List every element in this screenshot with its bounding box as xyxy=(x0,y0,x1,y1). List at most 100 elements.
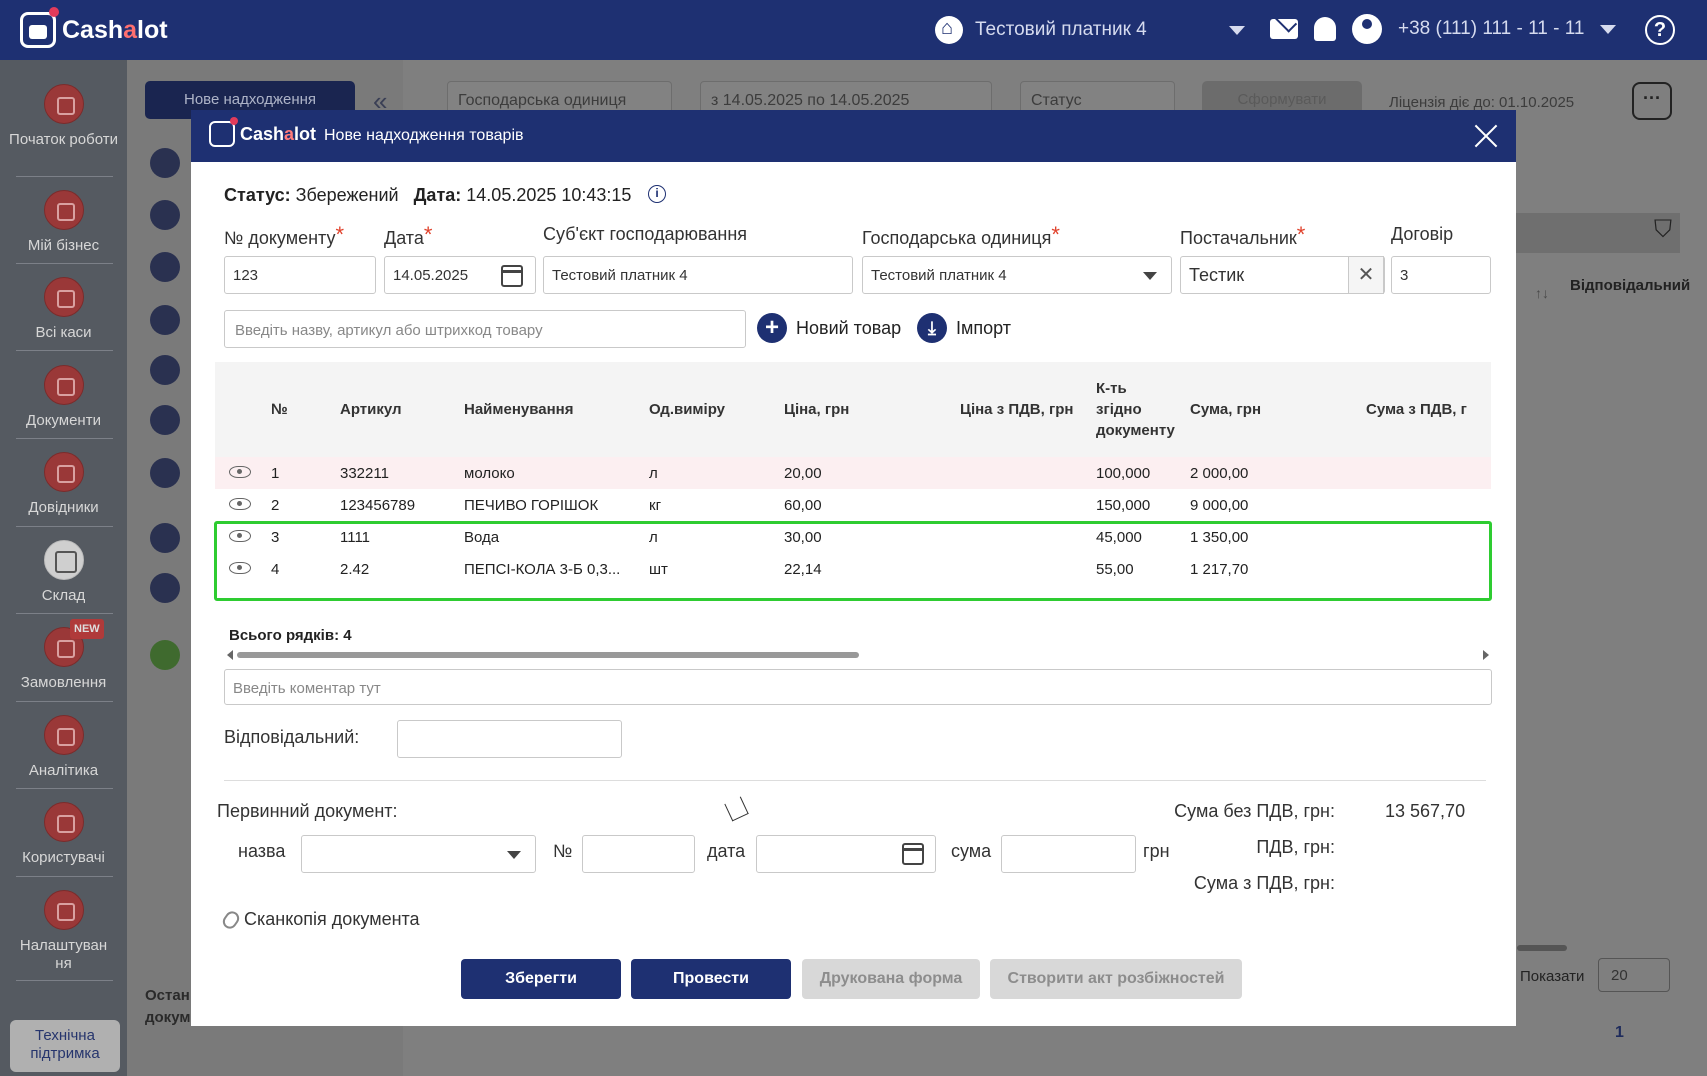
close-icon[interactable] xyxy=(1471,121,1501,151)
user-icon[interactable] xyxy=(1352,14,1382,44)
logo-icon xyxy=(20,7,59,48)
scroll-left-icon[interactable] xyxy=(227,650,233,660)
bell-icon[interactable] xyxy=(1314,17,1336,41)
sidebar-item-business[interactable]: Мій бізнес xyxy=(0,190,127,255)
post-button[interactable]: Провести xyxy=(631,959,791,999)
nav-icon xyxy=(150,355,180,385)
scroll-right-icon[interactable] xyxy=(1483,650,1489,660)
sidebar-item-warehouse[interactable]: Склад xyxy=(0,540,127,605)
cash-register-icon xyxy=(43,277,84,317)
primary-doc-label: Первинний документ: xyxy=(217,801,398,821)
sum-no-vat-label: Сума без ПДВ, грн: xyxy=(1174,801,1335,821)
company-selector[interactable]: Тестовий платник 4 xyxy=(935,16,1245,44)
info-icon[interactable]: i xyxy=(648,185,666,203)
import-button[interactable]: ⤓ Імпорт xyxy=(917,313,1011,343)
eye-icon[interactable] xyxy=(229,498,251,510)
modal-header: Cashalot Нове надходження товарів xyxy=(191,110,1516,162)
new-receipt-modal: Cashalot Нове надходження товарів Статус… xyxy=(191,110,1516,1026)
sidebar-item-orders[interactable]: NEW Замовлення xyxy=(0,619,127,692)
chevron-down-icon[interactable] xyxy=(507,851,521,859)
eye-icon[interactable] xyxy=(229,466,251,478)
nav-icon xyxy=(150,573,180,603)
table-row[interactable]: 1 332211 молоко л 20,00 100,000 2 000,00 xyxy=(215,457,1491,489)
primary-sum-label: сума xyxy=(951,841,992,861)
product-search-input[interactable]: Введіть назву, артикул або штрихкод това… xyxy=(224,310,746,348)
sidebar-item-documents[interactable]: Документи xyxy=(0,365,127,430)
subject-label: Суб'єкт господарювання xyxy=(543,224,748,244)
primary-name-select[interactable] xyxy=(301,835,536,873)
filter-icon[interactable]: ⛉ xyxy=(1654,216,1672,244)
mail-icon[interactable] xyxy=(1270,19,1298,39)
more-button[interactable]: ··· xyxy=(1632,82,1672,120)
documents-icon xyxy=(43,365,84,405)
nav-icon xyxy=(150,458,180,488)
sum-vat-label: Сума з ПДВ, грн: xyxy=(1193,873,1335,893)
status-line: Статус: Збережений Дата: 14.05.2025 10:4… xyxy=(224,185,632,205)
clear-icon[interactable]: ✕ xyxy=(1348,256,1384,294)
sort-icon[interactable]: ↑↓ xyxy=(1535,285,1549,301)
doc-number-field[interactable]: 123 xyxy=(224,256,376,294)
scan-copy-link[interactable]: Сканкопія документа xyxy=(220,908,420,931)
modal-logo: Cashalot xyxy=(209,117,316,147)
user-phone[interactable]: +38 (111) 111 - 11 - 11 xyxy=(1398,18,1584,40)
highlight-box xyxy=(214,521,1492,601)
chevron-down-icon[interactable] xyxy=(1143,272,1157,280)
sidebar: Початок роботи Мій бізнес Всі каси Докум… xyxy=(0,60,127,1076)
page-number[interactable]: 1 xyxy=(1615,1024,1624,1042)
support-button[interactable]: Технічна підтримка xyxy=(10,1020,120,1072)
nav-icon xyxy=(150,148,180,178)
comment-input[interactable]: Введіть коментар тут xyxy=(224,669,1492,705)
total-rows: Всього рядків: 4 xyxy=(229,627,352,644)
app-logo[interactable]: Cashalot xyxy=(20,7,168,48)
table-header: № Артикул Найменування Од.виміру Ціна, г… xyxy=(215,362,1491,457)
license-text: Ліцензія діє до: 01.10.2025 xyxy=(1389,94,1575,111)
sidebar-item-start[interactable]: Початок роботи xyxy=(0,84,127,149)
nav-icon xyxy=(150,200,180,230)
top-bar: Cashalot Тестовий платник 4 +38 (111) 11… xyxy=(0,0,1707,60)
contract-label: Договір xyxy=(1391,224,1454,244)
save-button[interactable]: Зберегти xyxy=(461,959,621,999)
references-icon xyxy=(43,452,84,492)
chevron-down-icon xyxy=(1228,25,1245,35)
responsible-field[interactable] xyxy=(397,720,622,758)
primary-number-label: № xyxy=(553,841,573,861)
primary-number-field[interactable] xyxy=(582,835,695,873)
sidebar-item-settings[interactable]: Налаштуван ня xyxy=(0,890,127,973)
contract-field[interactable]: 3 xyxy=(1391,256,1491,294)
discrepancy-act-button[interactable]: Створити акт розбіжностей xyxy=(990,959,1242,999)
unit-select[interactable]: Тестовий платник 4 xyxy=(862,256,1172,294)
doc-number-label: № документу* xyxy=(224,222,345,248)
logo-icon xyxy=(209,117,238,147)
paperclip-icon xyxy=(220,908,242,931)
scroll-thumb[interactable] xyxy=(237,652,859,658)
show-label: Показати xyxy=(1520,968,1585,985)
column-responsible: Відповідальний xyxy=(1570,277,1691,294)
subject-field[interactable]: Тестовий платник 4 xyxy=(543,256,853,294)
horizontal-scrollbar[interactable] xyxy=(227,650,1489,660)
table-row[interactable]: 2 123456789 ПЕЧИВО ГОРІШОК кг 60,00 150,… xyxy=(215,489,1491,521)
modal-title: Нове надходження товарів xyxy=(324,127,524,144)
unit-label: Господарська одиниця* xyxy=(862,222,1060,248)
new-badge: NEW xyxy=(70,619,104,639)
calendar-icon[interactable] xyxy=(501,265,523,287)
sidebar-item-references[interactable]: Довідники xyxy=(0,452,127,517)
supplier-label: Постачальник* xyxy=(1180,222,1306,248)
chevron-down-icon[interactable] xyxy=(1600,24,1617,34)
start-icon xyxy=(43,84,84,124)
date-label: Дата* xyxy=(384,222,433,248)
print-form-button[interactable]: Друкована форма xyxy=(802,959,980,999)
help-icon[interactable]: ? xyxy=(1645,15,1675,45)
nav-icon xyxy=(150,523,180,553)
page-size-select[interactable]: 20 xyxy=(1598,958,1670,992)
vat-label: ПДВ, грн: xyxy=(1256,837,1335,857)
remainder-text: Остан докум xyxy=(145,987,191,1026)
new-product-button[interactable]: + Новий товар xyxy=(757,313,901,343)
sidebar-item-users[interactable]: Користувачі xyxy=(0,802,127,867)
nav-icon xyxy=(150,252,180,282)
nav-icon xyxy=(150,640,180,670)
sidebar-item-cash-registers[interactable]: Всі каси xyxy=(0,277,127,342)
sidebar-item-analytics[interactable]: Аналітика xyxy=(0,715,127,780)
primary-date-label: дата xyxy=(707,841,746,861)
calendar-icon[interactable] xyxy=(902,843,924,865)
nav-icon xyxy=(150,405,180,435)
